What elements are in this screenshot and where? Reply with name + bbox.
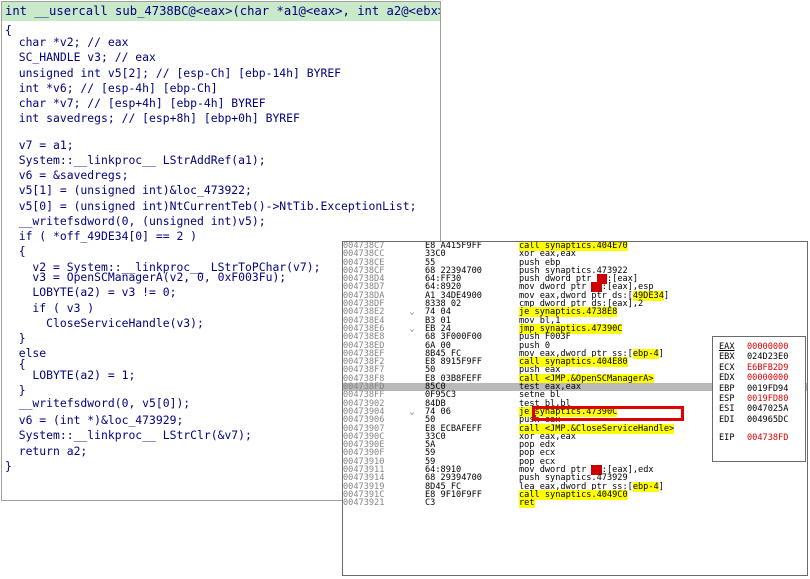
instruction-row[interactable]: 004738E2 ⌄ 74 04 je synaptics.4738E8: [343, 307, 807, 318]
register-name: EBX: [719, 352, 735, 363]
register-row[interactable]: ESI 0047025A: [719, 404, 805, 414]
code-line[interactable]: v7 = a1;: [5, 138, 440, 153]
instruction-bytes: C3: [425, 498, 436, 509]
code-line[interactable]: [5, 127, 440, 138]
register-value[interactable]: 00000000: [747, 373, 788, 383]
code-line[interactable]: System::__linkproc__ LStrAddRef(a1);: [5, 153, 440, 168]
register-row[interactable]: EAX 00000000: [719, 342, 805, 352]
register-value[interactable]: 0019FD80: [747, 394, 788, 404]
code-line[interactable]: int *v6; // [esp-4h] [ebp-Ch]: [5, 81, 440, 96]
jump-arrow-icon: ⌄: [409, 406, 415, 417]
register-value[interactable]: 0019FD94: [747, 384, 788, 394]
instruction-text[interactable]: ret: [519, 498, 535, 509]
instruction-row[interactable]: 00473921 C3 ret: [343, 498, 807, 509]
code-line[interactable]: unsigned int v5[2]; // [esp-Ch] [ebp-14h…: [5, 66, 440, 81]
register-row[interactable]: EDI 004965DC: [719, 415, 805, 425]
code-line[interactable]: {: [5, 23, 440, 37]
instruction-address[interactable]: 00473921: [343, 499, 384, 508]
register-name: ESI: [719, 404, 735, 415]
register-name: ESP: [719, 393, 735, 404]
register-row[interactable]: ESP 0019FD80: [719, 394, 805, 404]
register-value[interactable]: 004738FD: [747, 433, 788, 443]
register-row[interactable]: ECX E6BFB2D9: [719, 363, 805, 373]
code-line[interactable]: v6 = &savedregs;: [5, 168, 440, 183]
register-value[interactable]: E6BFB2D9: [747, 363, 788, 373]
code-line[interactable]: v5[1] = (unsigned int)&loc_473922;: [5, 183, 440, 198]
registers-panel[interactable]: EAX 00000000 EBX 024D23E0 ECX E6BFB2D9 EDX 0000…: [712, 336, 806, 462]
register-value[interactable]: 0047025A: [747, 404, 788, 414]
instruction-row[interactable]: 004738CC 33C0 xor eax,eax: [343, 250, 807, 259]
instruction-highlight: ret: [519, 498, 535, 509]
register-value[interactable]: 024D23E0: [747, 352, 788, 362]
instruction-text[interactable]: call synaptics.4049C0: [519, 489, 628, 500]
register-name: EDX: [719, 373, 735, 384]
jump-arrow-icon: ⌄: [409, 307, 415, 318]
register-row[interactable]: EDX 00000000: [719, 373, 805, 383]
register-name: EDI: [719, 414, 735, 425]
register-name: EBP: [719, 383, 735, 394]
code-line[interactable]: int savedregs; // [esp+8h] [ebp+0h] BYRE…: [5, 111, 440, 126]
code-line[interactable]: char *v2; // eax: [5, 35, 440, 50]
instruction-row[interactable]: 004738E6 ⌄ EB 24 jmp synaptics.47390C: [343, 323, 807, 334]
jump-arrow-icon: ⌄: [409, 323, 415, 334]
register-value[interactable]: 00000000: [747, 342, 788, 352]
register-row[interactable]: EBP 0019FD94: [719, 384, 805, 394]
code-line[interactable]: __writefsdword(0, (unsigned int)v5);: [5, 214, 440, 229]
instruction-row[interactable]: 0047391C E8 9F10F9FF call synaptics.4049C0: [343, 489, 807, 500]
register-name: EAX: [719, 342, 735, 352]
code-line[interactable]: v5[0] = (unsigned int)NtCurrentTeb()->Nt…: [5, 199, 440, 214]
register-name: ECX: [719, 362, 735, 373]
register-name: EIP: [719, 433, 735, 444]
code-line[interactable]: SC_HANDLE v3; // eax: [5, 50, 440, 65]
function-signature[interactable]: int __usercall sub_4738BC@<eax>(char *a1…: [2, 2, 440, 21]
register-value[interactable]: 004965DC: [747, 415, 788, 425]
code-line[interactable]: char *v7; // [esp+4h] [ebp-4h] BYREF: [5, 96, 440, 111]
register-row[interactable]: EIP 004738FD: [719, 433, 805, 443]
register-row[interactable]: EBX 024D23E0: [719, 352, 805, 362]
call-highlight-box: [532, 406, 684, 421]
